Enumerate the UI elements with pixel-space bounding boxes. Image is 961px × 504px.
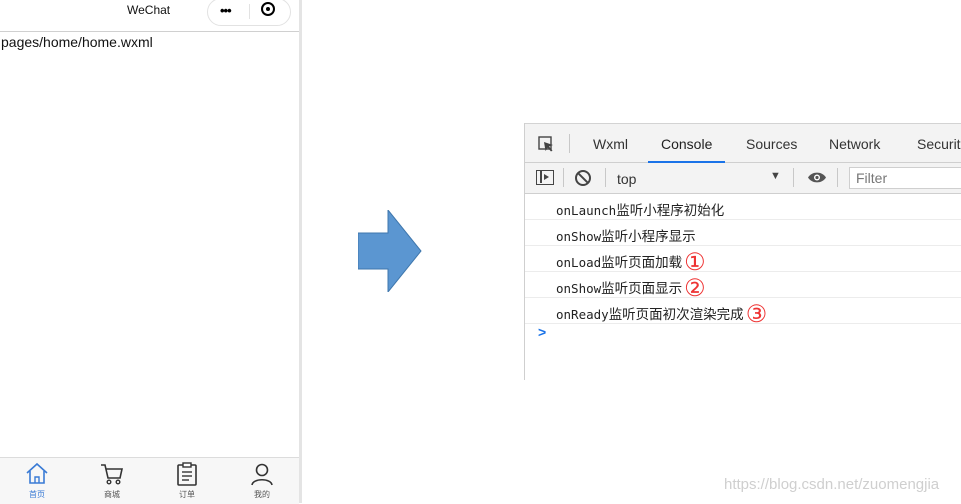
tab-divider xyxy=(569,134,570,153)
log-description: 监听页面初次渲染完成 xyxy=(608,307,744,322)
console-log-list: onLaunch监听小程序初始化 onShow监听小程序显示 onLoad监听页… xyxy=(525,194,961,328)
navigation-bar: WeChat ••• xyxy=(0,0,299,32)
toolbar-divider xyxy=(837,168,838,187)
watermark: https://blog.csdn.net/zuomengjia xyxy=(724,476,940,493)
capsule-divider xyxy=(249,4,250,19)
log-description: 监听小程序显示 xyxy=(601,229,696,244)
tab-wxml[interactable]: Wxml xyxy=(593,124,628,162)
log-message: onLoad监听页面加载① xyxy=(556,248,706,276)
log-method: onLoad xyxy=(556,255,602,270)
toolbar-divider xyxy=(793,168,794,187)
nav-title: WeChat xyxy=(127,3,171,17)
toolbar-divider xyxy=(605,168,606,187)
tab-network[interactable]: Network xyxy=(829,124,880,162)
log-row: onShow监听页面显示② xyxy=(525,272,961,302)
step-badge: ③ xyxy=(745,300,768,328)
right-arrow-icon xyxy=(358,210,422,292)
tab-bar: 首页 商城 订单 我的 xyxy=(0,457,299,504)
devtools-panel: Wxml Console Sources Network Securit top… xyxy=(524,123,961,380)
log-description: 监听小程序初始化 xyxy=(616,203,725,218)
step-badge: ① xyxy=(684,248,706,276)
simulator-edge xyxy=(299,0,302,503)
inspect-element-icon[interactable] xyxy=(538,136,554,152)
cart-icon xyxy=(101,464,123,485)
log-method: onLaunch xyxy=(556,203,617,218)
log-description: 监听页面加载 xyxy=(601,255,683,270)
log-row: onLaunch监听小程序初始化 xyxy=(525,194,961,220)
tab-mall[interactable]: 商城 xyxy=(82,458,142,504)
log-message: onShow监听页面显示② xyxy=(556,274,706,302)
step-badge: ② xyxy=(684,274,706,302)
log-row: onReady监听页面初次渲染完成③ xyxy=(525,298,961,328)
tab-console[interactable]: Console xyxy=(647,124,726,163)
tab-label-order: 订单 xyxy=(179,490,195,499)
page-path-text: pages/home/home.wxml xyxy=(1,34,153,50)
log-message: onReady监听页面初次渲染完成③ xyxy=(556,300,768,328)
eye-icon[interactable] xyxy=(807,171,827,184)
menu-capsule[interactable]: ••• xyxy=(207,0,291,26)
log-method: onShow xyxy=(556,281,602,296)
log-method: onReady xyxy=(556,307,609,322)
tab-label-mine: 我的 xyxy=(254,490,270,499)
dropdown-caret-icon[interactable]: ▼ xyxy=(770,170,781,182)
tab-mine[interactable]: 我的 xyxy=(232,458,292,504)
log-row: onShow监听小程序显示 xyxy=(525,220,961,246)
toolbar-divider xyxy=(563,168,564,187)
user-icon xyxy=(251,463,273,486)
clear-console-icon[interactable] xyxy=(575,170,591,186)
home-icon xyxy=(26,462,48,484)
filter-input[interactable] xyxy=(849,167,961,189)
tab-sources[interactable]: Sources xyxy=(746,124,797,162)
tab-security[interactable]: Securit xyxy=(917,124,961,162)
show-sidebar-icon[interactable] xyxy=(536,170,554,185)
more-dots-icon[interactable]: ••• xyxy=(220,3,232,18)
log-description: 监听页面显示 xyxy=(601,281,683,296)
log-method: onShow xyxy=(556,229,602,244)
console-prompt[interactable]: > xyxy=(538,324,546,340)
tab-home[interactable]: 首页 xyxy=(7,458,67,504)
log-message: onLaunch监听小程序初始化 xyxy=(556,199,724,219)
order-list-icon xyxy=(177,462,197,486)
tab-label-mall: 商城 xyxy=(104,490,120,499)
log-row: onLoad监听页面加载① xyxy=(525,246,961,276)
console-toolbar: top ▼ xyxy=(525,163,961,194)
tab-order[interactable]: 订单 xyxy=(157,458,217,504)
log-message: onShow监听小程序显示 xyxy=(556,225,696,245)
tab-label-home: 首页 xyxy=(29,490,45,499)
target-circle-icon[interactable] xyxy=(261,2,275,16)
phone-simulator: WeChat ••• pages/home/home.wxml 首页 商城 订单… xyxy=(0,0,299,504)
devtools-tab-bar: Wxml Console Sources Network Securit xyxy=(525,123,961,163)
context-selector[interactable]: top xyxy=(617,171,636,187)
